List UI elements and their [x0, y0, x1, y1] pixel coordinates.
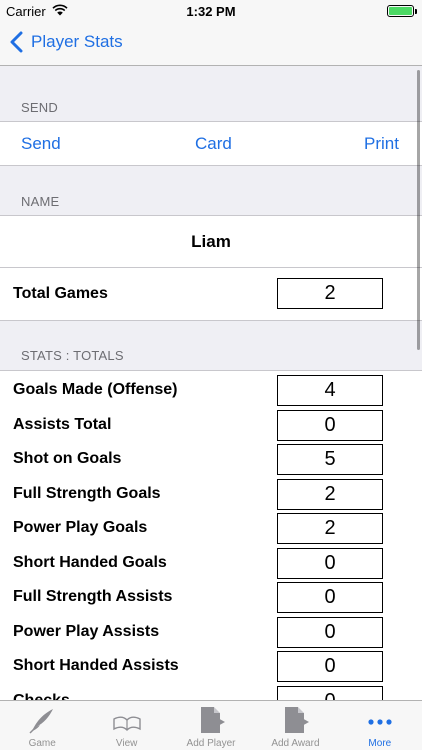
- add-document-icon: [285, 707, 310, 733]
- stat-value-field[interactable]: 2: [277, 478, 383, 510]
- stat-label: Short Handed Assists: [13, 657, 179, 674]
- player-name-row: Liam: [0, 216, 422, 268]
- more-dots-icon: [368, 719, 392, 725]
- stat-value-field[interactable]: 0: [277, 582, 383, 613]
- tab-label: Add Award: [271, 738, 320, 749]
- tab-label: Add Player: [186, 738, 236, 749]
- tab-game[interactable]: Game: [0, 701, 84, 750]
- open-book-icon: [112, 716, 141, 731]
- stat-value-field[interactable]: 5: [277, 444, 383, 475]
- print-button[interactable]: Print: [364, 134, 399, 154]
- status-time: 1:32 PM: [186, 4, 236, 19]
- stat-value-field[interactable]: 0: [277, 685, 383, 700]
- total-games-field[interactable]: 2: [277, 278, 383, 309]
- tab-label: Game: [28, 738, 56, 749]
- stat-row-power-play-assists: Power Play Assists 0: [0, 616, 422, 651]
- tab-label: More: [368, 738, 392, 749]
- stat-label: Short Handed Goals: [13, 553, 167, 571]
- stat-row-checks: Checks 0: [0, 685, 422, 701]
- stat-value-field[interactable]: 2: [277, 513, 383, 544]
- navigation-bar: Player Stats: [0, 22, 422, 66]
- section-header-name: NAME: [21, 194, 60, 209]
- stat-row-short-handed-goals: Short Handed Goals 0: [0, 547, 422, 582]
- scrollbar[interactable]: [417, 70, 420, 350]
- stat-row-power-play-goals: Power Play Goals 2: [0, 512, 422, 547]
- section-header-send: SEND: [21, 100, 58, 115]
- send-actions-row: Send Card Print: [0, 121, 422, 166]
- status-bar: Carrier 1:32 PM: [0, 0, 422, 22]
- stat-row-short-handed-assists: Short Handed Assists 0: [0, 650, 422, 685]
- add-document-icon: [201, 707, 226, 733]
- stat-label: Shot on Goals: [13, 450, 122, 467]
- player-name: Liam: [191, 232, 231, 251]
- stat-label: Goals Made (Offense): [13, 381, 178, 398]
- stat-label: Full Strength Assists: [13, 588, 173, 605]
- tab-add-award[interactable]: Add Award: [253, 701, 337, 750]
- stat-label: Full Strength Goals: [13, 484, 161, 502]
- stat-value-field[interactable]: 0: [277, 616, 383, 648]
- stat-value-field[interactable]: 0: [277, 409, 383, 441]
- stat-row-assists-total: Assists Total 0: [0, 409, 422, 444]
- stat-label: Power Play Assists: [13, 622, 160, 640]
- card-button[interactable]: Card: [195, 134, 232, 154]
- stat-label: Checks: [13, 691, 70, 701]
- stat-row-shot-on-goals: Shot on Goals 5: [0, 443, 422, 478]
- stat-label: Assists Total: [13, 415, 112, 433]
- stat-value-field[interactable]: 4: [277, 375, 383, 406]
- stat-row-full-strength-goals: Full Strength Goals 2: [0, 478, 422, 513]
- total-games-row: Total Games 2: [0, 268, 422, 320]
- battery-icon: [387, 5, 417, 17]
- send-button[interactable]: Send: [21, 134, 61, 154]
- total-games-label: Total Games: [13, 285, 108, 302]
- quill-icon: [29, 709, 54, 734]
- stat-label: Power Play Goals: [13, 519, 148, 536]
- stats-table[interactable]: SEND Send Card Print NAME Liam Total Gam…: [0, 66, 422, 700]
- back-button[interactable]: Player Stats: [10, 31, 123, 53]
- section-header-stats: STATS : TOTALS: [21, 348, 124, 363]
- tab-more[interactable]: More: [338, 701, 422, 750]
- chevron-left-icon: [10, 31, 23, 53]
- tab-view[interactable]: View: [84, 701, 168, 750]
- tab-bar: Game View Add Player Add Award More: [0, 700, 422, 750]
- stat-value-field[interactable]: 0: [277, 651, 383, 682]
- stat-row-goals-made: Goals Made (Offense) 4: [0, 374, 422, 409]
- name-group: Liam Total Games 2: [0, 215, 422, 321]
- stats-group: Goals Made (Offense) 4 Assists Total 0 S…: [0, 370, 422, 700]
- tab-add-player[interactable]: Add Player: [169, 701, 253, 750]
- stat-value-field[interactable]: 0: [277, 547, 383, 579]
- stat-row-full-strength-assists: Full Strength Assists 0: [0, 581, 422, 616]
- back-button-label: Player Stats: [31, 32, 123, 51]
- tab-label: View: [115, 738, 138, 749]
